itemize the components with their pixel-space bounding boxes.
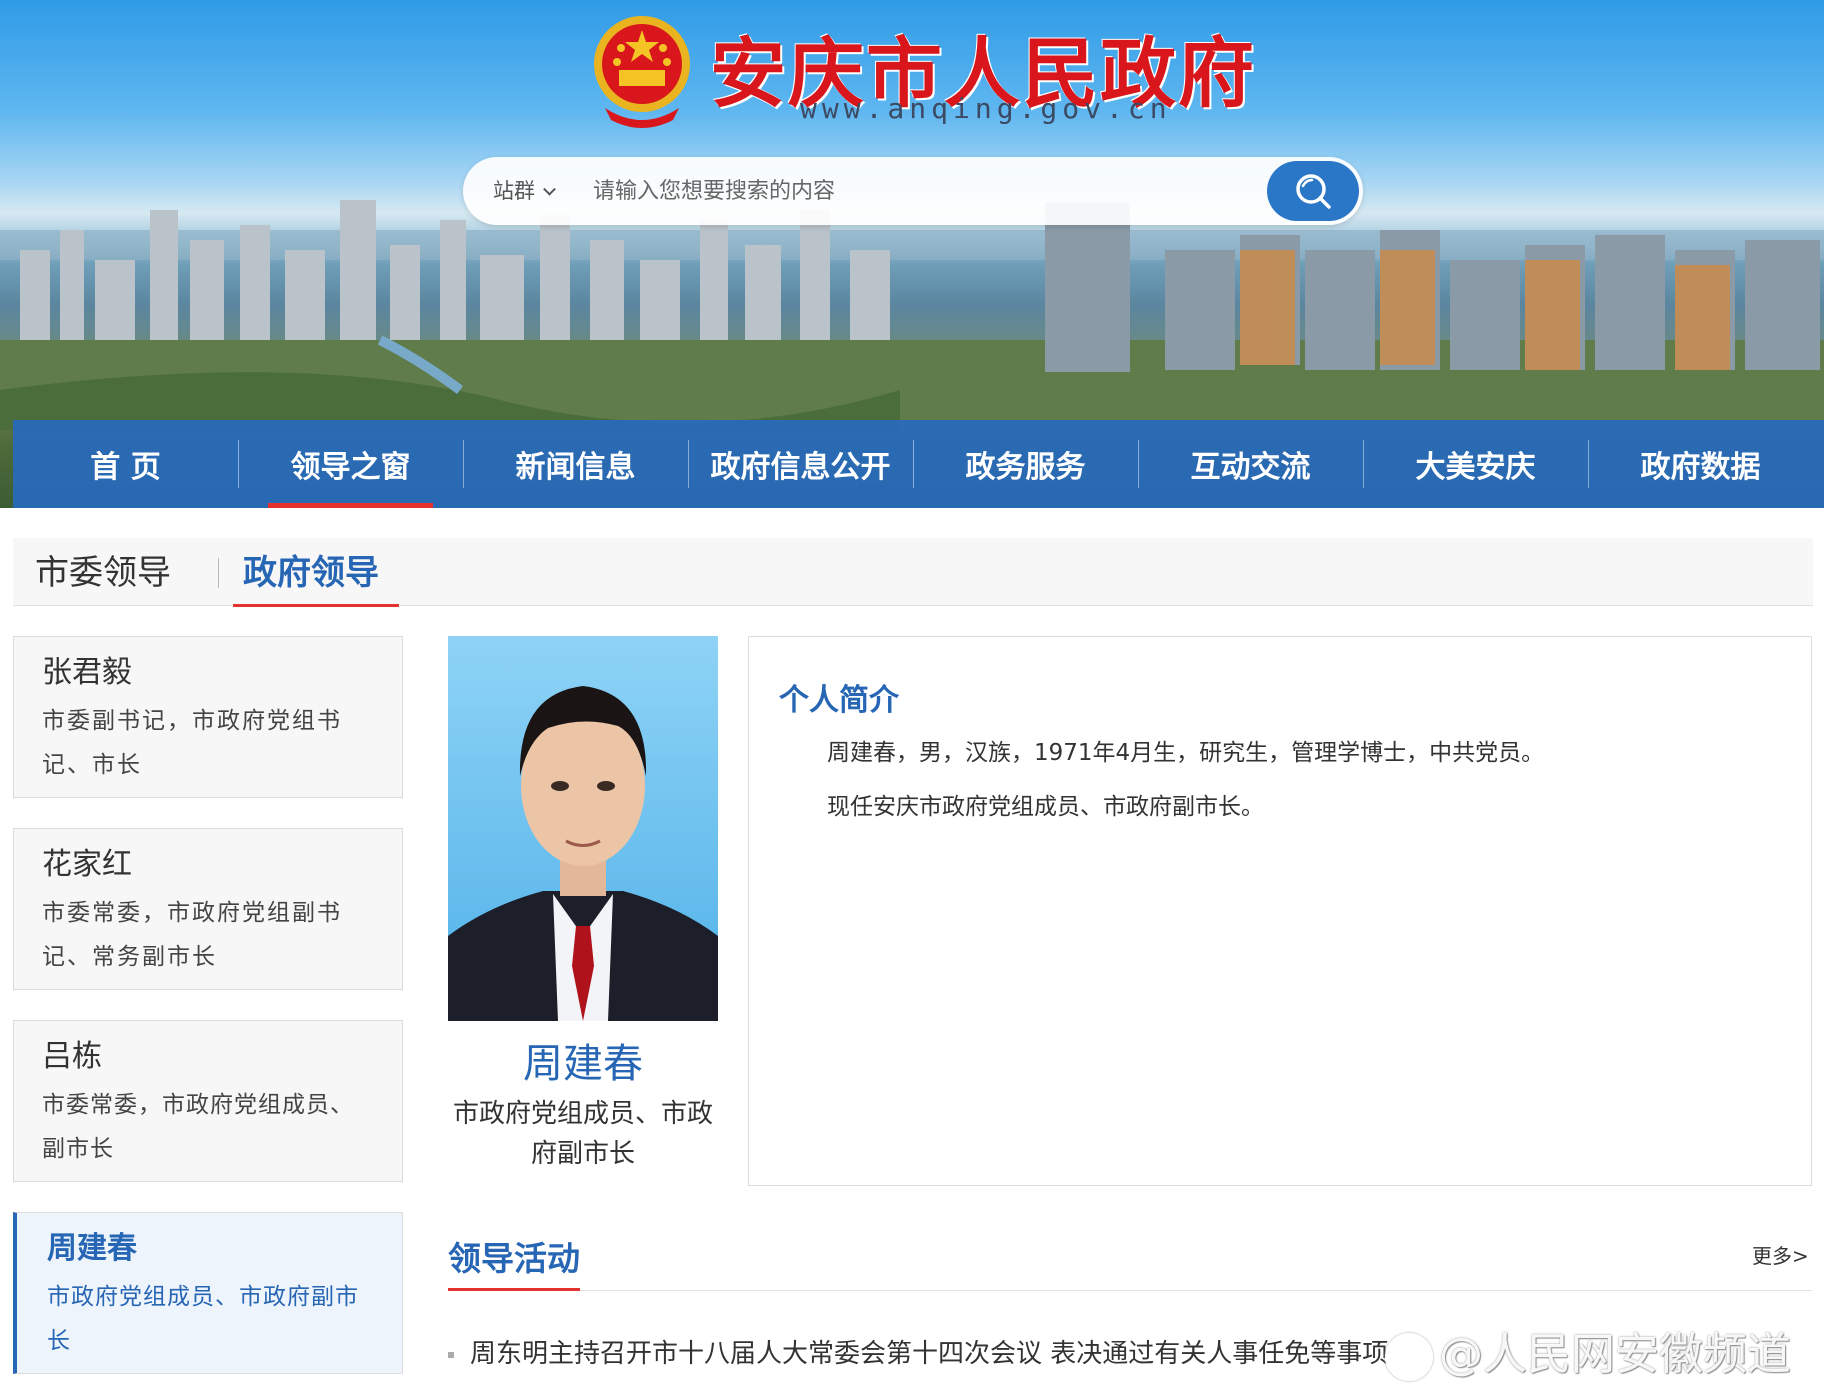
nav-item-anqing[interactable]: 大美安庆 (1363, 420, 1588, 508)
leader-position: 市政府党组成员、市政府副市长 (47, 1284, 359, 1354)
search-button[interactable] (1267, 161, 1359, 221)
weibo-logo-icon (1385, 1333, 1433, 1381)
header-banner: 安庆市人民政府 www.anqing.gov.cn 站群 首 页 领导之窗 新闻… (0, 0, 1824, 508)
profile-position: 市政府党组成员、市政府副市长 (452, 1099, 713, 1169)
leader-portrait-photo (448, 636, 718, 1021)
tab-party-leaders[interactable]: 市委领导 (35, 538, 171, 606)
nav-item-interaction[interactable]: 互动交流 (1138, 420, 1363, 508)
leader-position: 市委常委，市政府党组成员、副市长 (42, 1092, 354, 1162)
leader-name: 吕栋 (42, 1039, 102, 1074)
search-scope-dropdown[interactable]: 站群 (493, 157, 556, 225)
search-scope-label: 站群 (493, 179, 535, 203)
main-nav: 首 页 领导之窗 新闻信息 政府信息公开 政务服务 互动交流 大美安庆 政府数据 (13, 420, 1824, 508)
leader-tabs: 市委领导 政府领导 (13, 538, 1813, 607)
leader-position: 市委常委，市政府党组副书记、常务副市长 (42, 900, 342, 970)
leader-position: 市委副书记，市政府党组书记、市长 (42, 708, 342, 778)
bio-paragraph: 周建春，男，汉族，1971年4月生，研究生，管理学博士，中共党员。 (827, 740, 1545, 766)
nav-item-leaders[interactable]: 领导之窗 (238, 420, 463, 508)
nav-item-gov-data[interactable]: 政府数据 (1588, 420, 1813, 508)
national-emblem-logo (594, 16, 690, 128)
leader-name: 花家红 (42, 847, 132, 882)
leader-card-selected[interactable]: 周建春 市政府党组成员、市政府副市长 (13, 1212, 403, 1374)
watermark-text: @人民网安徽频道 (1439, 1329, 1791, 1380)
tab-gov-leaders[interactable]: 政府领导 (233, 538, 399, 607)
tab-divider (218, 558, 219, 588)
search-bar: 站群 (463, 157, 1363, 225)
site-url: www.anqing.gov.cn (800, 92, 1172, 125)
leader-card[interactable]: 张君毅 市委副书记，市政府党组书记、市长 (13, 636, 403, 798)
nav-item-home[interactable]: 首 页 (13, 420, 238, 508)
nav-item-gov-info[interactable]: 政府信息公开 (688, 420, 913, 508)
search-input[interactable] (593, 171, 1193, 211)
activities-more-link[interactable]: 更多> (1752, 1240, 1809, 1269)
activities-divider (448, 1290, 1812, 1291)
bullet-icon (448, 1351, 454, 1358)
leader-name: 张君毅 (42, 655, 132, 690)
city-skyline-image (0, 200, 1824, 430)
bio-title: 个人简介 (779, 683, 899, 718)
leader-card[interactable]: 花家红 市委常委，市政府党组副书记、常务副市长 (13, 828, 403, 990)
activities-title-underline (448, 1288, 580, 1291)
activity-title: 周东明主持召开市十八届人大常委会第十四次会议 表决通过有关人事任免等事项 (470, 1339, 1389, 1369)
source-watermark: @人民网安徽频道 (1385, 1318, 1791, 1382)
chevron-down-icon (543, 182, 556, 196)
nav-item-services[interactable]: 政务服务 (913, 420, 1138, 508)
profile-name: 周建春 (523, 1041, 643, 1087)
leader-card[interactable]: 吕栋 市委常委，市政府党组成员、副市长 (13, 1020, 403, 1182)
bio-paragraph: 现任安庆市政府党组成员、市政府副市长。 (827, 794, 1264, 820)
search-icon (1296, 174, 1331, 209)
nav-item-news[interactable]: 新闻信息 (463, 420, 688, 508)
leader-name: 周建春 (47, 1231, 137, 1266)
bio-panel: 个人简介 周建春，男，汉族，1971年4月生，研究生，管理学博士，中共党员。 现… (748, 636, 1812, 1186)
activities-title: 领导活动 (448, 1239, 580, 1278)
